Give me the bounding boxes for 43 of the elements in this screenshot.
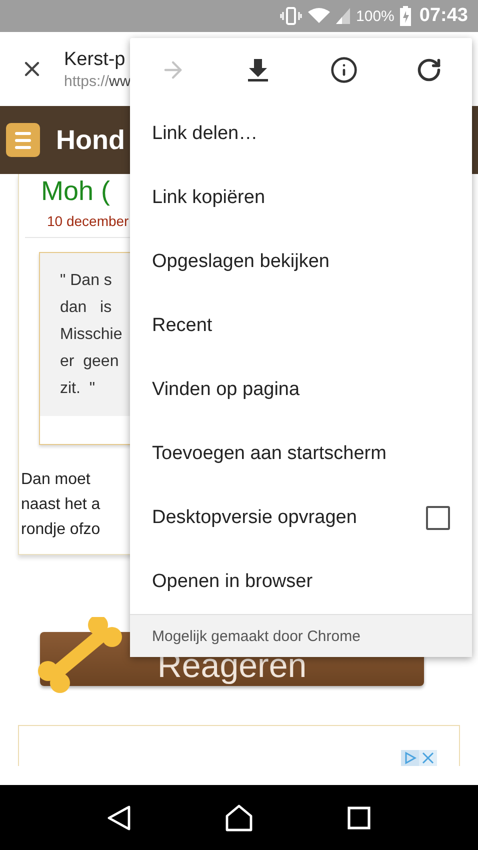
post-text: Dan moet — [21, 470, 90, 490]
menu-item[interactable]: Recent — [130, 294, 472, 358]
site-title: Hond — [56, 124, 125, 156]
home-icon[interactable] — [225, 804, 253, 832]
menu-item-label: Recent — [152, 315, 212, 337]
menu-item-label: Openen in browser — [152, 571, 313, 593]
page-url: https://ww — [64, 72, 131, 90]
menu-item[interactable]: Desktopversie opvragen — [130, 486, 472, 550]
quote-text: er geen — [60, 352, 119, 372]
quote-text: dan is — [60, 298, 112, 318]
post-author: Moh ( — [41, 176, 110, 207]
post-text: naast het a — [21, 495, 100, 515]
checkbox[interactable] — [426, 506, 450, 530]
page-title: Kerst-p — [64, 48, 126, 70]
menu-item-label: Link delen… — [152, 123, 258, 145]
refresh-icon — [416, 57, 442, 83]
menu-item[interactable]: Openen in browser — [130, 550, 472, 614]
menu-item[interactable]: Toevoegen aan startscherm — [130, 422, 472, 486]
play-icon — [401, 750, 419, 766]
signal-icon — [336, 8, 350, 24]
menu-footer: Mogelijk gemaakt door Chrome — [130, 614, 472, 657]
quote-text: " Dan s — [60, 271, 112, 291]
menu-item-label: Desktopversie opvragen — [152, 507, 357, 529]
wifi-icon — [308, 8, 330, 24]
menu-item-label: Toevoegen aan startscherm — [152, 443, 386, 465]
menu-item-label: Vinden op pagina — [152, 379, 300, 401]
info-button[interactable] — [328, 55, 359, 85]
recents-icon[interactable] — [347, 806, 371, 830]
menu-item[interactable]: Link delen… — [130, 102, 472, 166]
post-text: rondje ofzo — [21, 520, 100, 540]
download-icon — [247, 58, 270, 82]
clock-time: 07:43 — [419, 5, 468, 27]
menu-item-label: Link kopiëren — [152, 187, 266, 209]
back-icon[interactable] — [107, 804, 131, 830]
info-icon — [330, 56, 358, 84]
vibrate-icon — [280, 7, 302, 25]
quote-text: zit. " — [60, 379, 96, 399]
battery-icon — [400, 6, 412, 26]
menu-item-label: Opgeslagen bekijken — [152, 251, 330, 273]
menu-button[interactable] — [6, 123, 40, 157]
menu-item[interactable]: Vinden op pagina — [130, 358, 472, 422]
battery-percentage: 100% — [356, 8, 394, 24]
quote-text: Misschie — [60, 325, 122, 345]
